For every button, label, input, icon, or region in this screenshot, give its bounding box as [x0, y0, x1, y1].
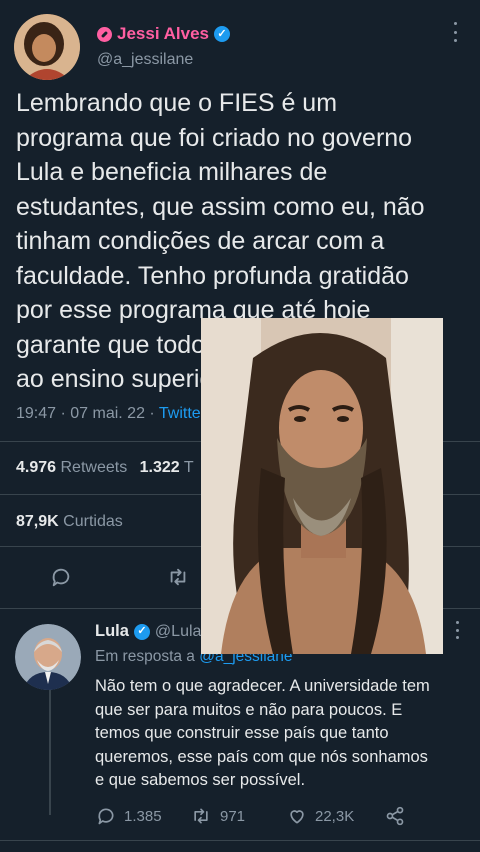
- like-icon: [290, 810, 304, 824]
- share-icon[interactable]: [385, 806, 405, 831]
- retweet-icon: [194, 808, 208, 824]
- likes-count[interactable]: 87,9K: [16, 513, 59, 530]
- author-photo: [14, 14, 80, 80]
- reply-author-photo: [15, 624, 81, 690]
- reply-text: Não tem o que agradecer. A universidade …: [95, 677, 430, 789]
- tweet-timestamp[interactable]: 19:47 · 07 mai. 22 ·: [16, 405, 159, 422]
- reply-name-row: Lula ✓ @Lula: [95, 622, 201, 641]
- reply-more-icon[interactable]: [450, 621, 464, 639]
- reply-reply-button[interactable]: 1.385: [96, 806, 162, 826]
- overlay-person-image: [201, 318, 443, 654]
- reply-icon: [98, 808, 114, 825]
- reply-reply-count: 1.385: [124, 807, 162, 825]
- author-avatar[interactable]: [14, 14, 80, 80]
- reply-to-prefix: Em resposta a: [95, 648, 200, 665]
- reply-author-handle[interactable]: @Lula: [155, 623, 202, 641]
- author-name-row: Jessi Alves ✓: [97, 24, 230, 44]
- tweet-stats-row: 4.976 Retweets 1.322 T: [16, 459, 194, 477]
- likes-row: 87,9K Curtidas: [16, 513, 123, 531]
- likes-label[interactable]: Curtidas: [63, 513, 123, 530]
- thread-line: [49, 690, 51, 815]
- brand-badge: [97, 26, 112, 42]
- reply-retweet-button[interactable]: 971: [190, 806, 245, 826]
- reply-author-avatar[interactable]: [15, 624, 81, 690]
- verified-badge-icon: ✓: [214, 26, 230, 42]
- more-icon[interactable]: [447, 22, 463, 42]
- reply-icon[interactable]: [50, 566, 72, 593]
- author-display-name[interactable]: Jessi Alves: [117, 24, 209, 44]
- reply-author-display-name[interactable]: Lula: [95, 622, 129, 641]
- overlay-photo: [201, 318, 443, 654]
- tweet-source[interactable]: Twitter: [159, 405, 206, 422]
- tweet-timestamp-row: 19:47 · 07 mai. 22 · Twitter: [16, 405, 206, 423]
- reply-retweet-count: 971: [220, 807, 246, 825]
- reply-like-button[interactable]: 22,3K: [287, 806, 354, 826]
- retweets-label[interactable]: Retweets: [61, 459, 128, 476]
- author-handle[interactable]: @a_jessilane: [97, 51, 193, 69]
- reply-like-count: 22,3K: [315, 807, 355, 825]
- verified-badge-icon: ✓: [133, 623, 150, 640]
- quotes-count[interactable]: 1.322: [140, 459, 180, 476]
- retweets-count[interactable]: 4.976: [16, 459, 56, 476]
- divider: [0, 840, 480, 841]
- quotes-label[interactable]: T: [184, 459, 194, 476]
- retweet-icon[interactable]: [166, 566, 190, 593]
